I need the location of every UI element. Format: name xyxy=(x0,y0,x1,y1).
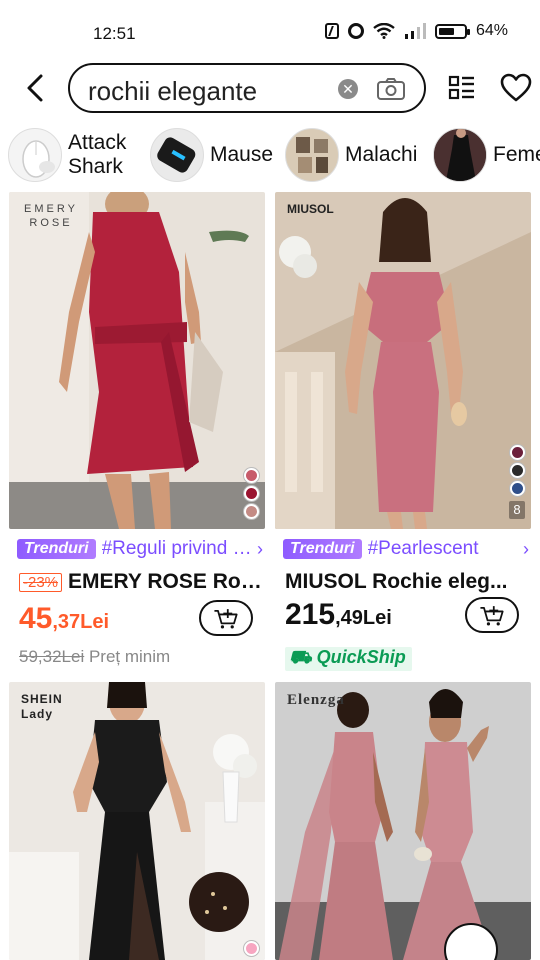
product-title: EMERY ROSE Rochie xyxy=(68,570,263,593)
chip-label: Attack Shark xyxy=(68,131,127,178)
brand-logo: EMERY ROSE xyxy=(24,203,78,229)
battery-percent: 64% xyxy=(475,22,508,39)
chip-thumb-dress xyxy=(433,128,487,182)
chip-malachi[interactable]: Malachi xyxy=(285,126,417,184)
camera-icon[interactable] xyxy=(376,77,406,101)
product-title-row: -23% EMERY ROSE Rochie xyxy=(19,570,263,594)
color-swatches[interactable] xyxy=(244,941,259,956)
color-swatches[interactable] xyxy=(244,468,259,519)
swatch[interactable] xyxy=(244,486,259,501)
search-header: rochii elegante ✕ xyxy=(0,60,540,116)
price-integer: 215 xyxy=(285,598,336,631)
price-integer: 45 xyxy=(19,602,53,635)
brand-logo: Elenzga xyxy=(287,692,345,708)
nfc-icon xyxy=(324,23,339,39)
chip-mause[interactable]: Mause xyxy=(150,126,273,184)
quickship-label: QuickShip xyxy=(316,647,406,667)
product-card[interactable]: SHEIN Lady xyxy=(9,682,265,960)
brand-logo: SHEIN Lady xyxy=(21,692,63,721)
status-bar: 12:51 64% xyxy=(0,0,540,62)
add-to-cart-button[interactable] xyxy=(199,600,253,636)
swatch[interactable] xyxy=(244,504,259,519)
product-image[interactable]: EMERY ROSE xyxy=(9,192,265,529)
status-icons: 64% xyxy=(324,22,508,40)
status-time: 12:51 xyxy=(93,24,136,43)
quickship-badge: ⛟ QuickShip xyxy=(285,647,412,671)
clear-icon[interactable]: ✕ xyxy=(338,79,358,99)
list-view-icon[interactable] xyxy=(448,74,476,102)
trend-badge: Trenduri xyxy=(283,539,362,559)
battery-level xyxy=(438,27,455,35)
product-title-row: MIUSOL Rochie eleg... xyxy=(285,570,529,594)
product-card[interactable]: MIUSOL 8 Trenduri #Pearlescent › MIUSOL … xyxy=(275,192,531,672)
trend-row[interactable]: Trenduri #Pearlescent › xyxy=(283,538,529,560)
chip-thumb-photos xyxy=(285,128,339,182)
chevron-right-icon: › xyxy=(523,538,529,559)
product-price: 45,37Lei xyxy=(19,602,109,636)
product-card[interactable]: Elenzga xyxy=(275,682,531,960)
product-image[interactable]: SHEIN Lady xyxy=(9,682,265,960)
discount-badge: -23% xyxy=(19,572,63,592)
chip-attack-shark[interactable]: Attack Shark xyxy=(8,126,140,184)
chip-feme[interactable]: Feme xyxy=(433,126,540,184)
category-chips: Attack Shark Mause Malachi Feme xyxy=(0,126,540,186)
trend-badge: Trenduri xyxy=(17,539,96,559)
battery-icon xyxy=(434,23,470,39)
product-image[interactable]: MIUSOL 8 xyxy=(275,192,531,529)
product-price: 215,49Lei xyxy=(285,598,392,632)
product-image[interactable]: Elenzga xyxy=(275,682,531,960)
product-card[interactable]: EMERY ROSE Trenduri #Reguli privind moda… xyxy=(9,192,265,672)
swatch[interactable] xyxy=(509,481,525,496)
price-decimal: ,37Lei xyxy=(52,611,110,633)
price-decimal: ,49Lei xyxy=(335,607,392,629)
wifi-icon xyxy=(373,23,395,39)
signal-icon xyxy=(404,23,426,39)
chip-label: Mause xyxy=(210,143,274,166)
swatch[interactable] xyxy=(244,941,259,956)
price-note: Preț minim xyxy=(88,647,171,666)
search-query: rochii elegante xyxy=(88,76,258,106)
swatch[interactable] xyxy=(509,445,525,460)
add-to-cart-button[interactable] xyxy=(465,597,519,633)
chip-thumb-keyboard xyxy=(150,128,204,182)
trend-tag: #Pearlescent xyxy=(367,538,479,559)
search-input[interactable]: rochii elegante ✕ xyxy=(68,63,426,113)
swatch[interactable] xyxy=(509,463,525,478)
swatch[interactable] xyxy=(244,468,259,483)
alarm-icon xyxy=(347,23,364,39)
chevron-right-icon: › xyxy=(257,538,263,559)
chip-label: Malachi xyxy=(345,143,418,166)
chip-thumb-mouse xyxy=(8,128,62,182)
truck-icon: ⛟ xyxy=(289,647,312,667)
trend-tag: #Reguli privind moda xyxy=(101,538,253,559)
back-arrow-icon[interactable] xyxy=(20,72,52,104)
color-swatches[interactable]: 8 xyxy=(509,445,525,519)
chip-label: Feme xyxy=(493,143,540,166)
wishlist-heart-icon[interactable] xyxy=(500,73,532,103)
old-price-row: 59,32Lei Preț minim xyxy=(19,647,170,667)
more-colors-count: 8 xyxy=(509,501,525,519)
product-title: MIUSOL Rochie eleg... xyxy=(285,570,508,593)
brand-logo: MIUSOL xyxy=(287,202,334,216)
trend-row[interactable]: Trenduri #Reguli privind moda › xyxy=(17,538,263,560)
old-price: 59,32Lei xyxy=(19,647,85,666)
